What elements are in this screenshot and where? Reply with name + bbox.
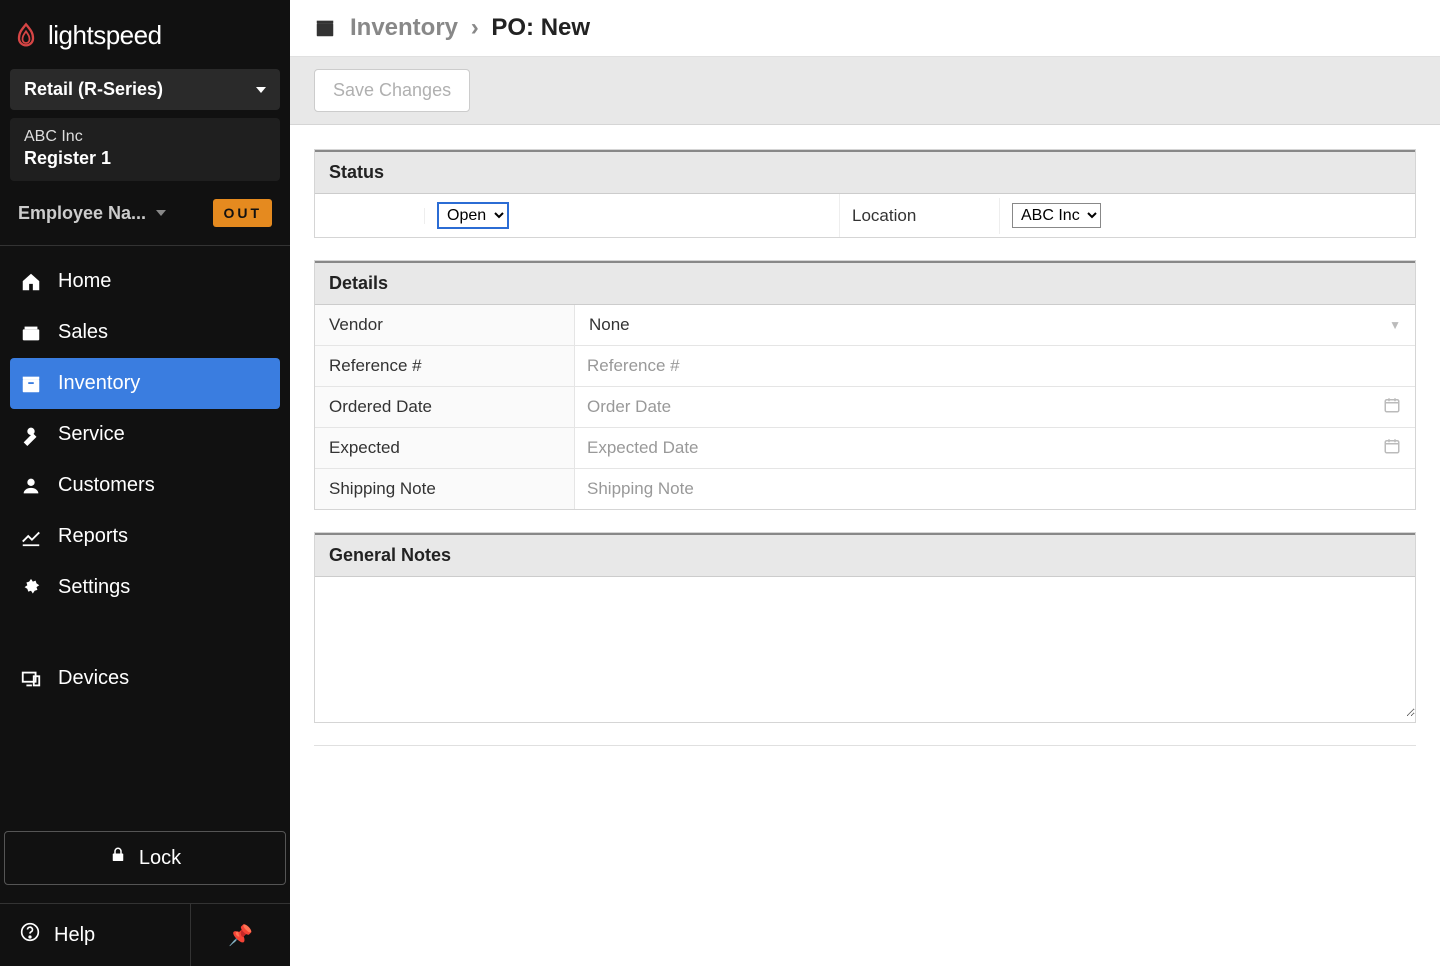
reports-icon	[20, 526, 42, 548]
panel-general-notes: General Notes	[314, 532, 1416, 723]
vendor-value: None	[589, 315, 630, 335]
nav-item-devices[interactable]: Devices	[0, 653, 290, 704]
nav-item-settings[interactable]: Settings	[0, 562, 290, 613]
panel-status-title: Status	[315, 150, 1415, 194]
nav-item-inventory[interactable]: Inventory	[10, 358, 280, 409]
breadcrumb: Inventory › PO: New	[350, 14, 590, 42]
chevron-down-icon	[156, 210, 166, 216]
help-icon	[20, 922, 40, 948]
chevron-down-icon	[256, 87, 266, 93]
employee-name: Employee Na...	[18, 203, 146, 224]
vendor-label: Vendor	[315, 305, 575, 345]
nav-item-home[interactable]: Home	[0, 256, 290, 307]
inventory-icon	[314, 17, 336, 39]
service-icon	[20, 424, 42, 446]
expected-label: Expected	[315, 428, 575, 468]
sales-icon	[20, 322, 42, 344]
page-header: Inventory › PO: New	[290, 0, 1440, 57]
status-select[interactable]: Open	[437, 202, 509, 229]
toolbar: Save Changes	[290, 57, 1440, 125]
status-select-cell: Open	[425, 194, 840, 237]
product-selector[interactable]: Retail (R-Series)	[10, 69, 280, 110]
nav-label: Help	[54, 924, 95, 947]
nav-label: Service	[58, 423, 125, 446]
nav-label: Inventory	[58, 372, 140, 395]
shipping-note-label: Shipping Note	[315, 469, 575, 509]
settings-icon	[20, 577, 42, 599]
flame-icon	[12, 22, 40, 50]
expected-date-input[interactable]	[583, 432, 1383, 464]
shipping-note-input[interactable]	[583, 473, 1407, 505]
home-icon	[20, 271, 42, 293]
inventory-icon	[20, 373, 42, 395]
shop-name: ABC Inc	[24, 128, 266, 146]
nav: Home Sales Inventory Service	[0, 245, 290, 827]
save-button[interactable]: Save Changes	[314, 69, 470, 112]
panel-status: Status Open Location ABC Inc	[314, 149, 1416, 238]
breadcrumb-section[interactable]: Inventory	[350, 14, 458, 41]
ordered-date-label: Ordered Date	[315, 387, 575, 427]
calendar-icon[interactable]	[1383, 437, 1401, 460]
devices-icon	[20, 668, 42, 690]
breadcrumb-current: PO: New	[491, 14, 590, 41]
logo: lightspeed	[0, 0, 290, 65]
location-select[interactable]: ABC Inc	[1012, 203, 1101, 228]
employee-menu[interactable]: Employee Na...	[18, 203, 166, 224]
nav-item-sales[interactable]: Sales	[0, 307, 290, 358]
main: Inventory › PO: New Save Changes Status …	[290, 0, 1440, 966]
lock-button[interactable]: Lock	[4, 831, 286, 885]
pin-icon: 📌	[228, 923, 253, 948]
nav-item-service[interactable]: Service	[0, 409, 290, 460]
shop-block[interactable]: ABC Inc Register 1	[10, 118, 280, 181]
nav-item-help[interactable]: Help	[0, 904, 190, 966]
location-label: Location	[840, 198, 1000, 234]
lock-label: Lock	[139, 847, 181, 870]
general-notes-textarea[interactable]	[315, 577, 1415, 717]
panel-details: Details Vendor None ▼ Reference #	[314, 260, 1416, 510]
nav-item-reports[interactable]: Reports	[0, 511, 290, 562]
nav-label: Devices	[58, 667, 129, 690]
nav-label: Sales	[58, 321, 108, 344]
panel-details-title: Details	[315, 261, 1415, 305]
chevron-right-icon: ›	[471, 14, 479, 41]
panel-notes-title: General Notes	[315, 533, 1415, 577]
nav-label: Customers	[58, 474, 155, 497]
nav-item-customers[interactable]: Customers	[0, 460, 290, 511]
customers-icon	[20, 475, 42, 497]
help-row: Help 📌	[0, 903, 290, 966]
reference-input[interactable]	[583, 350, 1407, 382]
sidebar: lightspeed Retail (R-Series) ABC Inc Reg…	[0, 0, 290, 966]
nav-label: Settings	[58, 576, 130, 599]
lock-icon	[109, 846, 127, 870]
clock-out-button[interactable]: OUT	[213, 199, 272, 227]
register-name: Register 1	[24, 148, 266, 169]
pin-button[interactable]: 📌	[190, 904, 290, 966]
ordered-date-input[interactable]	[583, 391, 1383, 423]
employee-row: Employee Na... OUT	[0, 189, 290, 245]
divider	[314, 745, 1416, 746]
brand-text: lightspeed	[48, 20, 162, 51]
product-selector-label: Retail (R-Series)	[24, 79, 163, 100]
content: Status Open Location ABC Inc	[290, 125, 1440, 746]
vendor-select[interactable]: None ▼	[575, 305, 1415, 345]
calendar-icon[interactable]	[1383, 396, 1401, 419]
nav-label: Reports	[58, 525, 128, 548]
status-label-empty	[315, 208, 425, 224]
nav-label: Home	[58, 270, 111, 293]
location-select-cell: ABC Inc	[1000, 195, 1415, 236]
reference-label: Reference #	[315, 346, 575, 386]
chevron-down-icon: ▼	[1389, 318, 1401, 332]
